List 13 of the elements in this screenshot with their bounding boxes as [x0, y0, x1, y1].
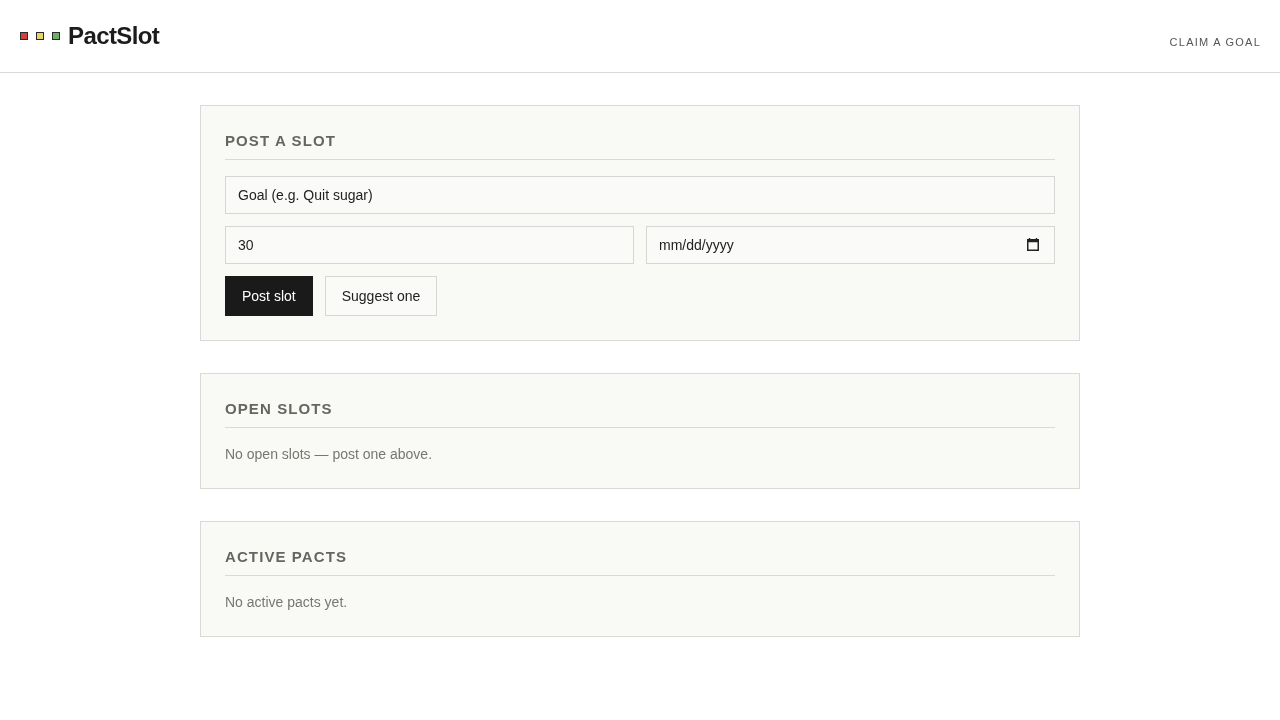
- empty-state-text: No active pacts yet.: [225, 593, 349, 612]
- calendar-icon[interactable]: [1027, 238, 1039, 251]
- section-heading: ACTIVE PACTS: [225, 546, 1055, 576]
- date-input-field[interactable]: mm/dd/yyyy: [646, 226, 1055, 264]
- section-heading: POST A SLOT: [225, 130, 1055, 160]
- nav-link[interactable]: CLAIM A GOAL: [1169, 35, 1261, 48]
- goal-input-field[interactable]: Goal (e.g. Quit sugar): [225, 176, 1055, 214]
- number-input-field[interactable]: 30: [225, 226, 634, 264]
- section-heading: OPEN SLOTS: [225, 398, 1055, 428]
- post-slot-button[interactable]: Post slot: [225, 276, 313, 316]
- brand-logo-text: PactSlot: [68, 22, 160, 50]
- suggest-button[interactable]: Suggest one: [324, 276, 438, 316]
- empty-state-text: No open slots — post one above.: [225, 445, 434, 464]
